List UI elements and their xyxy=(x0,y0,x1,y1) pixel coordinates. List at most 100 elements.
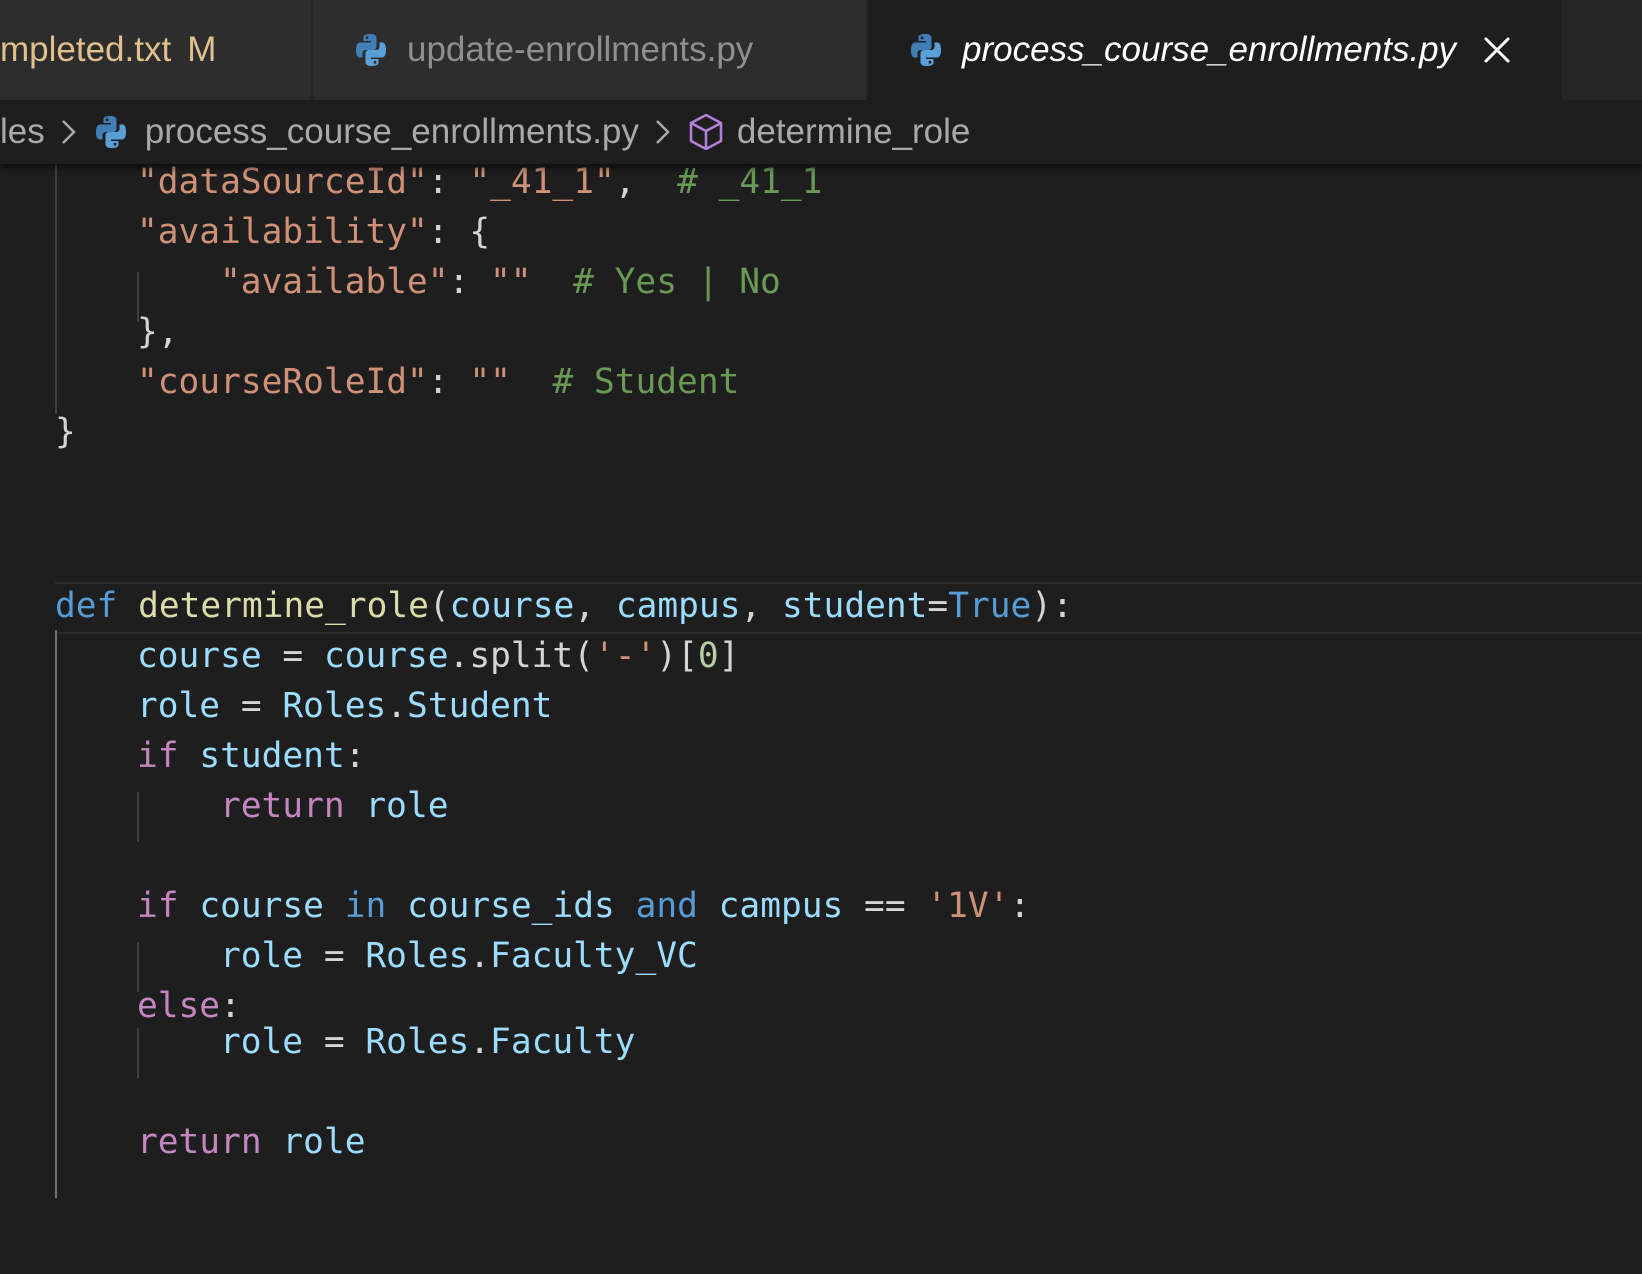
breadcrumb-folder[interactable]: les xyxy=(0,112,45,152)
variable-token: role xyxy=(220,1022,304,1062)
keyword-token: if xyxy=(137,736,179,776)
punct-token: , xyxy=(614,162,678,202)
punct-token: ): xyxy=(1031,586,1073,626)
tab-update-enrollments[interactable]: update-enrollments.py xyxy=(313,0,868,100)
code-line: }, xyxy=(137,306,179,358)
code-line: if course in course_ids and campus == '1… xyxy=(137,880,1030,932)
string-token: "available" xyxy=(220,262,449,302)
code-line: role = Roles.Faculty_VC xyxy=(220,930,698,982)
tab-completed-txt[interactable]: mpleted.txt M xyxy=(0,0,313,100)
punct-token: )[ xyxy=(656,636,698,676)
variable-token: course xyxy=(199,886,324,926)
tab-label: mpleted.txt xyxy=(0,30,172,69)
keyword-token: else xyxy=(137,986,221,1026)
code-line: if student: xyxy=(137,730,366,782)
variable-token: course_ids xyxy=(407,886,615,926)
code-line-def: def determine_role(course, campus, stude… xyxy=(55,580,1073,632)
punct-token: , xyxy=(574,586,616,626)
keyword-token: True xyxy=(948,586,1032,626)
indent-guide-active xyxy=(55,630,57,1198)
operator-token: = xyxy=(220,686,283,726)
code-line: } xyxy=(55,406,76,458)
class-token: Roles xyxy=(365,1022,470,1062)
keyword-token: in xyxy=(344,886,387,926)
string-token: '-' xyxy=(593,636,657,676)
operator-token: = xyxy=(261,636,324,676)
punct-token: . xyxy=(469,1022,491,1062)
operator-token: = xyxy=(303,936,366,976)
code-line: role = Roles.Student xyxy=(137,680,552,732)
function-name-token: determine_role xyxy=(138,586,429,626)
comment-token: # Student xyxy=(552,362,740,402)
variable-token: course xyxy=(323,636,449,676)
punct-token: : xyxy=(427,362,470,402)
variable-token: student xyxy=(199,736,345,776)
attribute-token: Student xyxy=(407,686,553,726)
close-icon[interactable] xyxy=(1482,35,1512,65)
string-token: "_41_1" xyxy=(469,162,615,202)
python-file-icon xyxy=(356,34,386,66)
punct-token: : xyxy=(1009,886,1031,926)
tab-label: update-enrollments.py xyxy=(407,30,754,69)
punct-token: : { xyxy=(427,212,491,252)
breadcrumb-symbol[interactable]: determine_role xyxy=(689,112,970,152)
operator-token: == xyxy=(843,886,927,926)
punct-token: } xyxy=(55,412,76,452)
string-token: "courseRoleId" xyxy=(137,362,428,402)
code-line: role = Roles.Faculty xyxy=(220,1016,635,1068)
variable-token: campus xyxy=(718,886,844,926)
number-token: 0 xyxy=(697,636,719,676)
variable-token: role xyxy=(365,786,449,826)
keyword-token: if xyxy=(137,886,179,926)
tab-bar: mpleted.txt M update-enrollments.py proc… xyxy=(0,0,1642,100)
param-token: student xyxy=(782,586,928,626)
python-file-icon xyxy=(95,116,126,148)
indent-guide xyxy=(55,164,57,414)
chevron-right-icon xyxy=(61,120,76,144)
string-token: "" xyxy=(469,362,511,402)
string-token: "dataSourceId" xyxy=(137,162,428,202)
breadcrumb-file-label: process_course_enrollments.py xyxy=(144,112,639,151)
punct-token: }, xyxy=(137,312,179,352)
variable-token: course xyxy=(137,636,262,676)
punct-token: ( xyxy=(573,636,594,676)
punct-token: . xyxy=(448,636,470,676)
attribute-token: Faculty xyxy=(490,1022,636,1062)
chevron-right-icon xyxy=(656,120,670,144)
comment-token: # Yes | No xyxy=(573,262,781,302)
punct-token: : xyxy=(344,736,366,776)
class-token: Roles xyxy=(365,936,470,976)
string-token: "" xyxy=(490,262,532,302)
python-file-icon xyxy=(911,34,941,66)
cube-method-icon xyxy=(689,113,723,151)
code-line: "available": "" # Yes | No xyxy=(220,256,781,308)
param-token: course xyxy=(449,586,575,626)
string-token: '1V' xyxy=(926,886,1010,926)
punct-token: . xyxy=(386,686,408,726)
punct-token: ( xyxy=(428,586,450,626)
variable-token: role xyxy=(137,686,221,726)
punct-token: : xyxy=(427,162,470,202)
method-token: split xyxy=(469,636,574,676)
tab-process-course-enrollments[interactable]: process_course_enrollments.py xyxy=(868,0,1562,100)
param-token: campus xyxy=(615,586,741,626)
keyword-token: def xyxy=(55,586,118,626)
keyword-token: return xyxy=(220,786,345,826)
comment-token: # _41_1 xyxy=(677,162,823,202)
attribute-token: Faculty_VC xyxy=(490,936,698,976)
code-line: "courseRoleId": "" # Student xyxy=(137,356,739,408)
breadcrumb-file[interactable]: process_course_enrollments.py xyxy=(95,112,639,152)
tab-label: process_course_enrollments.py xyxy=(962,30,1457,69)
keyword-token: and xyxy=(635,886,698,926)
code-editor[interactable]: "dataSourceId": "_41_1", # _41_1 "availa… xyxy=(0,162,1642,1274)
keyword-token: return xyxy=(137,1122,262,1162)
breadcrumb-folder-label: les xyxy=(0,112,45,151)
variable-token: role xyxy=(282,1122,366,1162)
operator-token: = xyxy=(303,1022,366,1062)
code-line: return role xyxy=(220,780,449,832)
indent-guide xyxy=(137,1028,139,1078)
indent-guide xyxy=(137,792,139,842)
string-token: "availability" xyxy=(137,212,428,252)
punct-token: . xyxy=(469,936,491,976)
code-line: "availability": { xyxy=(137,206,490,258)
